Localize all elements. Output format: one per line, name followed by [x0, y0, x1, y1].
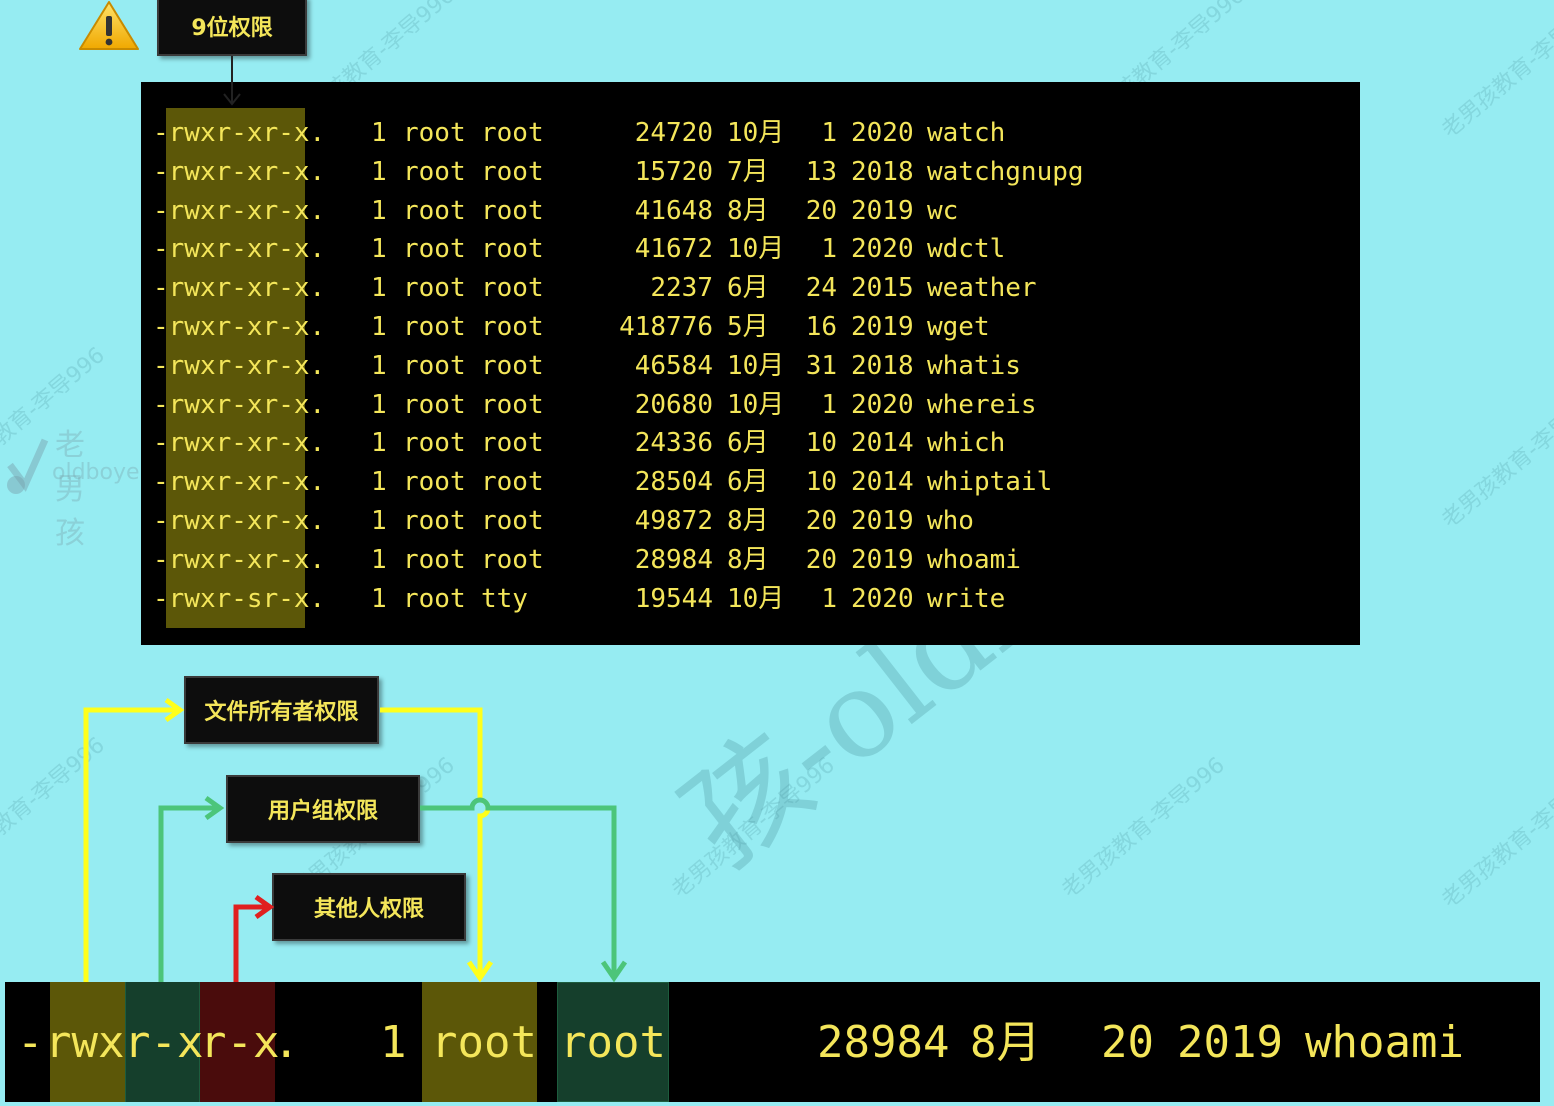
group-arrow: [158, 795, 628, 983]
connector-arrows: [83, 56, 628, 983]
owner-arrow: [83, 697, 494, 983]
other-arrow: [233, 894, 275, 982]
nine-bit-arrow: [223, 56, 241, 106]
